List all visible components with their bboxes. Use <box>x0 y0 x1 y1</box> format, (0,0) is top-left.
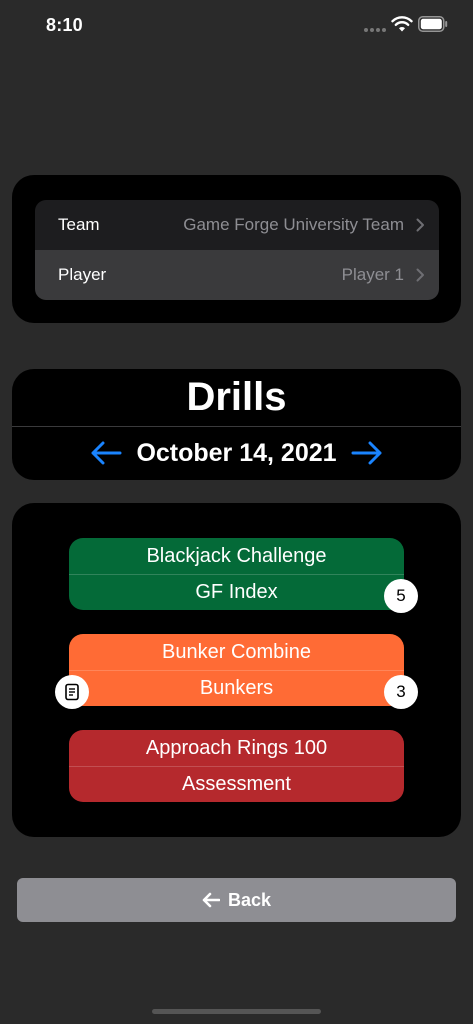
cellular-signal-icon <box>364 28 386 32</box>
next-day-button[interactable] <box>351 441 383 465</box>
chevron-right-icon <box>416 218 424 232</box>
chevron-right-icon <box>416 268 424 282</box>
drill-button-bunker-combine[interactable]: Bunker Combine Bunkers 3 <box>55 634 418 709</box>
drill-category: GF Index <box>69 574 404 610</box>
divider <box>12 426 461 427</box>
selection-card: Team Game Forge University Team Player P… <box>12 175 461 323</box>
drill-category: Bunkers <box>69 670 404 706</box>
status-bar: 8:10 <box>0 0 473 54</box>
battery-icon <box>418 16 448 32</box>
player-label: Player <box>58 265 107 284</box>
wifi-icon <box>391 16 413 32</box>
arrow-right-icon <box>351 441 382 465</box>
drill-name: Approach Rings 100 <box>145 736 328 759</box>
drill-name: Bunker Combine <box>162 640 311 663</box>
player-row[interactable]: Player Player 1 <box>35 250 439 300</box>
document-icon <box>65 683 79 701</box>
drill-button-approach-rings-100[interactable]: Approach Rings 100 Assessment <box>69 730 404 802</box>
home-indicator[interactable] <box>152 1009 321 1014</box>
back-label: Back <box>227 889 272 910</box>
selection-list: Team Game Forge University Team Player P… <box>35 200 439 300</box>
drill-category: Assessment <box>69 766 404 802</box>
status-time: 8:10 <box>46 15 83 35</box>
previous-day-button[interactable] <box>90 441 122 465</box>
drills-header-card: Drills October 14, 2021 <box>12 369 461 480</box>
page-title: Drills <box>186 375 287 419</box>
player-value: Player 1 <box>341 265 404 284</box>
arrow-left-icon <box>91 441 122 465</box>
team-row[interactable]: Team Game Forge University Team <box>35 200 439 250</box>
drill-button-blackjack-challenge[interactable]: Blackjack Challenge GF Index 5 <box>69 538 418 613</box>
back-button[interactable]: Back <box>17 878 456 922</box>
current-date: October 14, 2021 <box>136 438 337 467</box>
drill-count-badge: 5 <box>384 579 418 613</box>
drill-list-card: Blackjack Challenge GF Index 5 Bunker Co… <box>12 503 461 837</box>
arrow-left-icon <box>202 892 220 908</box>
drill-count-badge: 3 <box>384 675 418 709</box>
notes-badge[interactable] <box>55 675 89 709</box>
drill-name: Blackjack Challenge <box>146 544 327 567</box>
team-label: Team <box>58 215 100 234</box>
team-value: Game Forge University Team <box>183 215 404 234</box>
date-navigator: October 14, 2021 <box>12 433 461 473</box>
